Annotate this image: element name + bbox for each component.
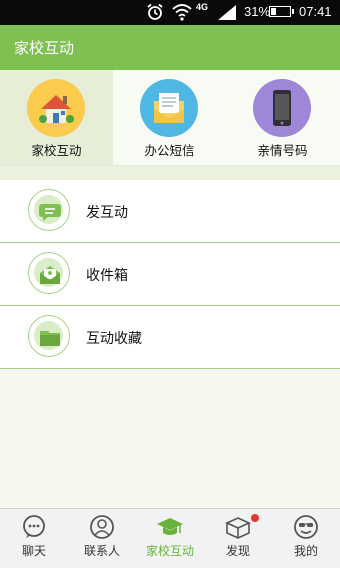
nav-chat[interactable]: 聊天 [0,509,68,568]
alarm-icon [147,3,163,20]
status-bar: 4G 31% 07:41 [0,0,340,25]
category-label: 办公短信 [144,143,195,158]
chat-bubble-icon [39,204,61,221]
list-item-icon-wrap [28,189,70,231]
list-item-label: 收件箱 [86,268,128,284]
nav-label: 家校互动 [145,544,194,558]
nav-discover[interactable]: 发现 [204,509,272,568]
nav-contacts[interactable]: 联系人 [68,509,136,568]
category-home-school[interactable]: 家校互动 [0,70,113,165]
battery-icon [269,6,294,17]
profile-face-icon [294,515,318,539]
nav-label: 发现 [225,544,250,558]
title-bar: 家校互动 [0,25,340,70]
wifi-icon [172,4,192,21]
category-circle [253,79,311,137]
folder-icon [40,331,60,346]
graduation-cap-icon [157,518,183,535]
nav-label: 我的 [293,544,318,558]
nav-me[interactable]: 我的 [272,509,340,568]
list-item-label: 互动收藏 [86,331,142,347]
phone-icon [273,90,291,126]
signal-icon [218,5,236,20]
bottom-nav: 聊天 联系人 家校互动 发现 我的 [0,508,340,568]
clock: 07:41 [299,4,332,19]
chat-icon [23,515,45,538]
category-family-numbers[interactable]: 亲情号码 [226,70,339,165]
list-item-favorites[interactable]: 互动收藏 [0,306,340,369]
battery-percent: 31% [244,4,271,19]
battery-fill [271,8,277,15]
nav-home-school[interactable]: 家校互动 [136,509,204,568]
inbox-icon [40,266,60,284]
action-list: 发互动 收件箱 互动收藏 [0,180,340,369]
discover-box-icon [225,517,251,539]
network-type: 4G [196,2,209,12]
house-icon [39,95,74,123]
category-office-sms[interactable]: 办公短信 [113,70,226,165]
category-label: 家校互动 [31,143,82,158]
list-item-label: 发互动 [86,205,128,221]
envelope-icon [154,93,184,123]
list-item-icon-wrap [28,252,70,294]
list-item-icon-wrap [28,315,70,357]
nav-label: 联系人 [83,544,120,558]
category-label: 亲情号码 [257,143,308,158]
section-divider [0,166,340,180]
category-row: 家校互动 办公短信 亲情号码 [0,70,340,166]
category-circle [140,79,198,137]
nav-label: 聊天 [21,544,46,558]
list-item-send-interaction[interactable]: 发互动 [0,180,340,243]
page-title: 家校互动 [14,39,75,57]
contact-icon [90,515,114,539]
notification-badge [251,514,259,522]
list-item-inbox[interactable]: 收件箱 [0,243,340,306]
category-circle [27,79,85,137]
